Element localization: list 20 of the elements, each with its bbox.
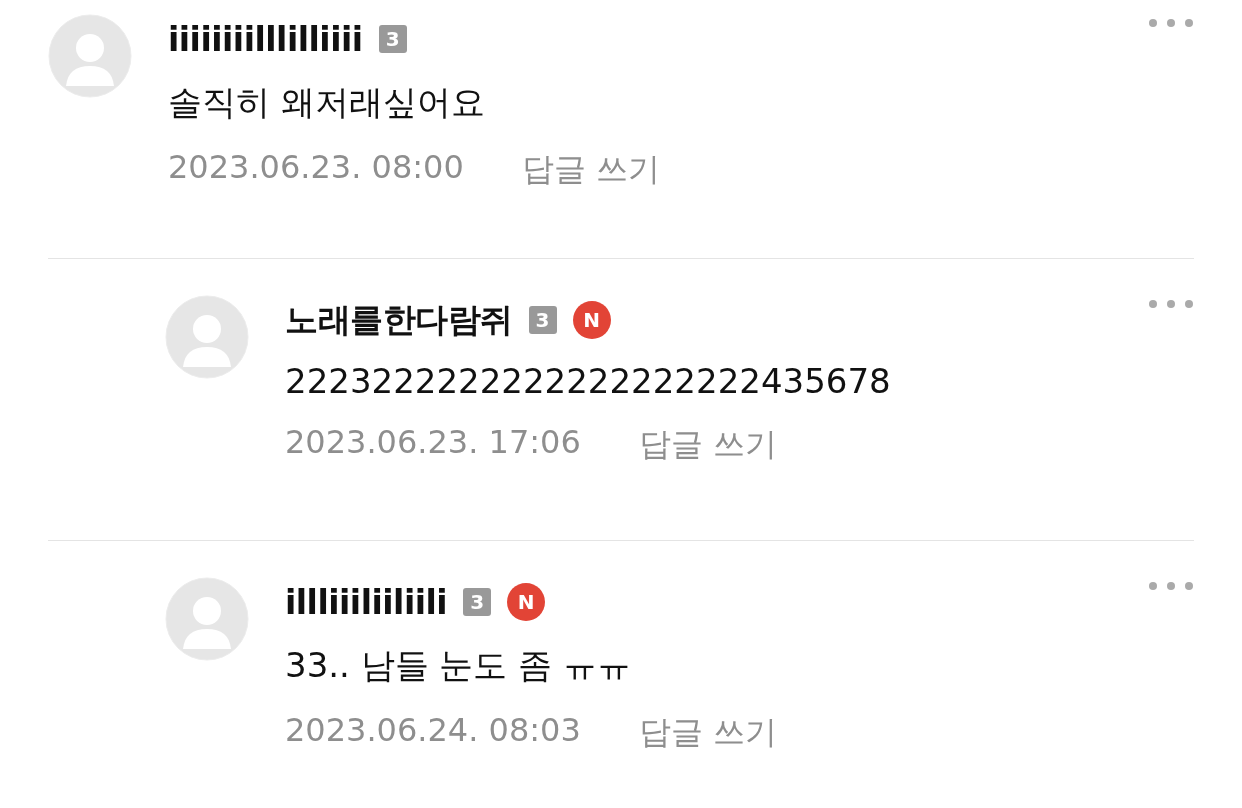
level-badge: 3 [463,588,492,616]
comment-date: 2023.06.24. 08:03 [285,711,581,751]
avatar-icon [48,14,132,98]
level-badge: 3 [378,25,407,53]
comment-text: 33.. 남들 눈도 좀 ㅠㅠ [285,644,633,687]
more-icon[interactable] [1148,581,1194,591]
username[interactable]: 노래를한다람쥐 [285,297,513,343]
comment-text: 2223222222222222222222435678 [285,361,891,401]
more-icon[interactable] [1148,18,1194,28]
new-badge: N [572,301,611,339]
new-badge: N [507,583,546,621]
avatar-icon [165,295,249,379]
comment-date: 2023.06.23. 08:00 [168,148,464,188]
avatar-icon [165,577,249,661]
username[interactable]: illliiiliiliili [285,582,448,622]
more-icon[interactable] [1148,299,1194,309]
level-badge: 3 [528,306,557,334]
comment-date: 2023.06.23. 17:06 [285,423,581,463]
comment-text: 솔직히 왜저래싶어요 [168,81,486,124]
username[interactable]: iiiiiiiilllilliiii [168,19,363,59]
